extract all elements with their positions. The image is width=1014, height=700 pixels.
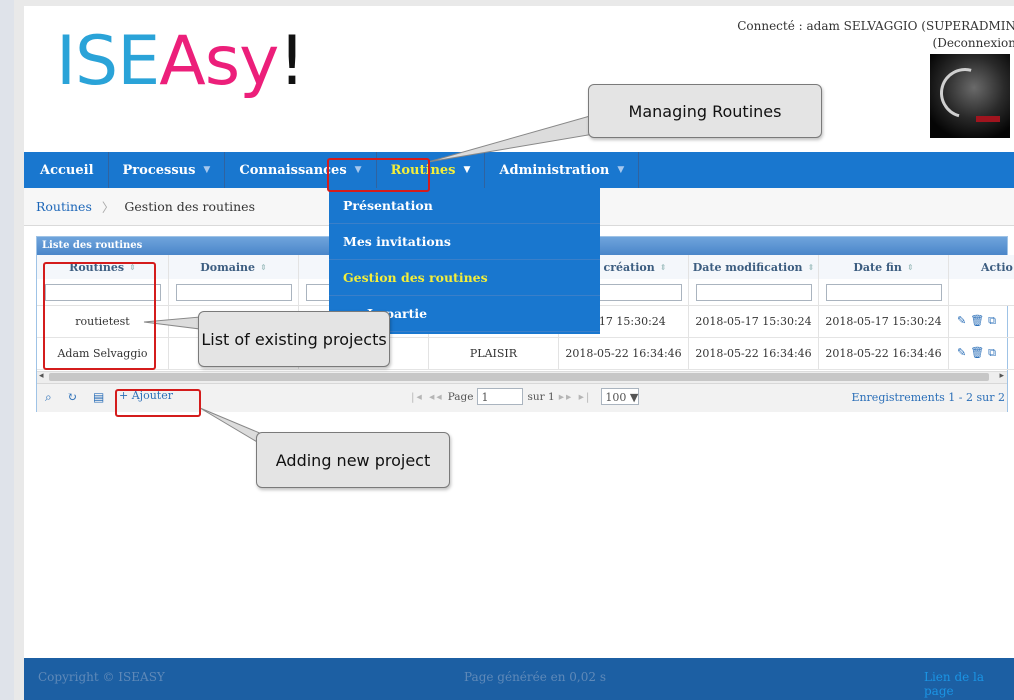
left-margin-bar xyxy=(0,0,14,700)
callout-pointer-routines xyxy=(427,115,595,163)
callout-pointer-list xyxy=(143,316,201,330)
callout-connectors xyxy=(143,115,595,447)
callout-managing-routines: Managing Routines xyxy=(588,84,822,138)
app-page: ISEAsy! Connecté : adam SELVAGGIO (SUPER… xyxy=(24,6,1014,700)
callout-existing-projects: List of existing projects xyxy=(198,311,390,367)
callout-adding-project: Adding new project xyxy=(256,432,450,488)
callout-pointer-add xyxy=(199,407,265,447)
